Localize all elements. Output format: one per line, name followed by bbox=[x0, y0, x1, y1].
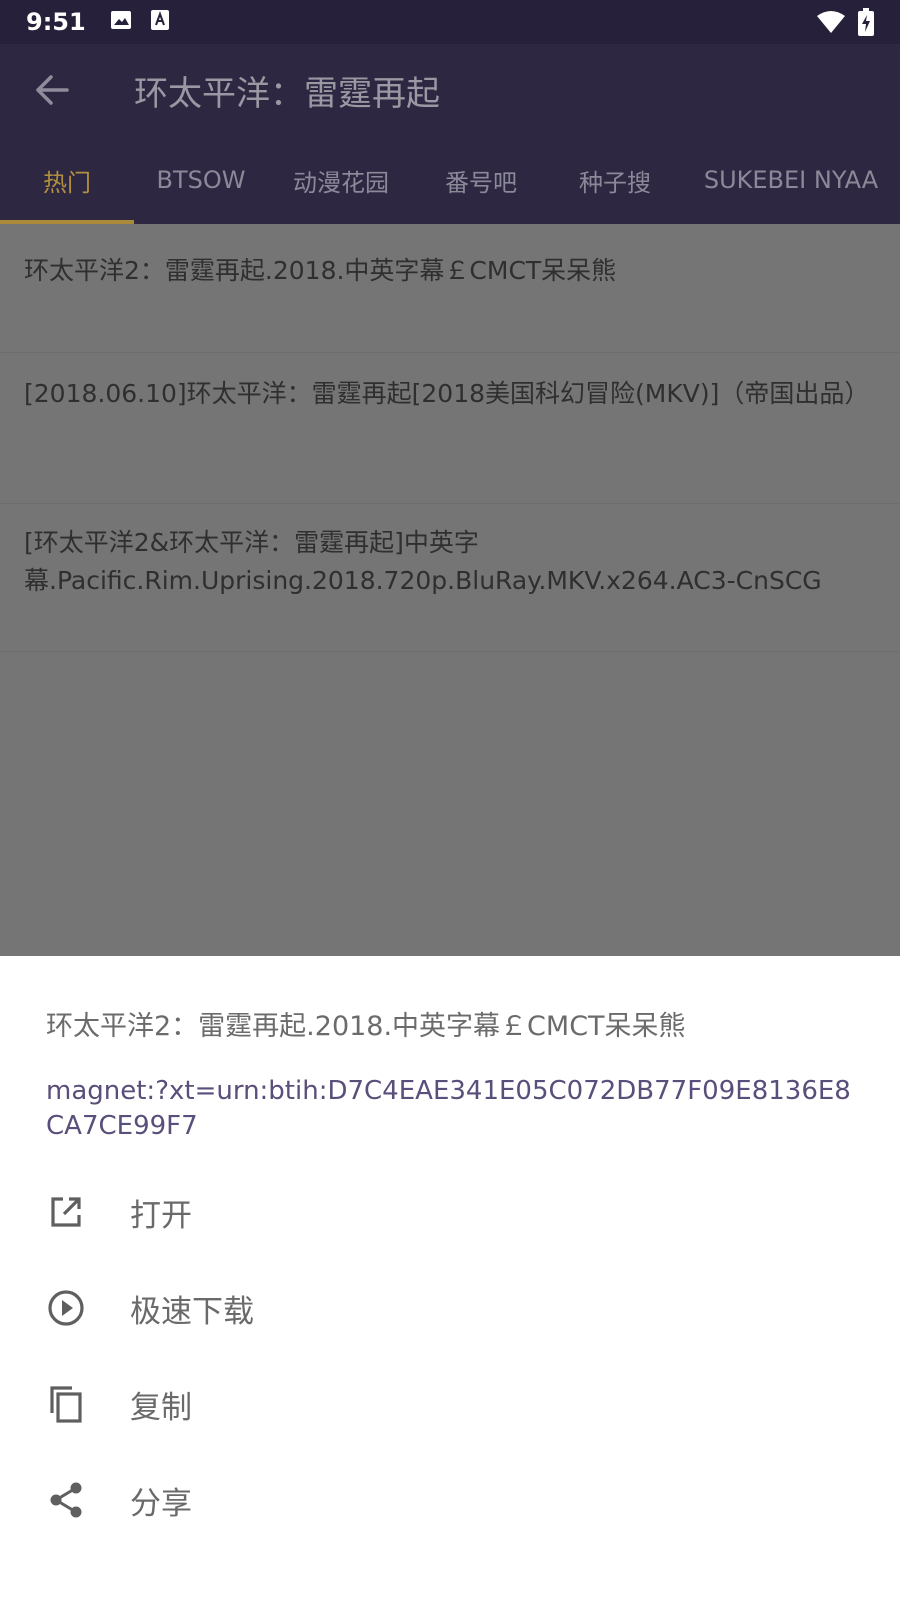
wifi-icon bbox=[816, 10, 846, 38]
list-item[interactable]: [2018.06.10]环太平洋：雷霆再起[2018美国科幻冒险(MKV)]（帝… bbox=[0, 353, 900, 504]
page-title: 环太平洋：雷霆再起 bbox=[134, 73, 440, 114]
result-list: 环太平洋2：雷霆再起.2018.中英字幕￡CMCT呆呆熊 [2018.06.10… bbox=[0, 224, 900, 956]
tab-fanhaoba[interactable]: 番号吧 bbox=[414, 136, 548, 224]
image-icon bbox=[110, 10, 132, 34]
arrow-back-icon bbox=[36, 75, 69, 105]
share-label: 分享 bbox=[130, 1485, 192, 1522]
result-title: [环太平洋2&环太平洋：雷霆再起]中英字幕.Pacific.Rim.Uprisi… bbox=[24, 528, 822, 595]
result-title: [2018.06.10]环太平洋：雷霆再起[2018美国科幻冒险(MKV)]（帝… bbox=[24, 379, 870, 408]
tab-zhongzisou[interactable]: 种子搜 bbox=[548, 136, 682, 224]
share-icon bbox=[46, 1480, 86, 1520]
source-tabs: 热门 BTSOW 动漫花园 番号吧 种子搜 SUKEBEI NYAA bbox=[0, 136, 900, 224]
app-bar: 环太平洋：雷霆再起 bbox=[0, 44, 900, 136]
battery-charging-icon bbox=[858, 8, 874, 40]
copy-button[interactable]: 复制 bbox=[0, 1356, 900, 1452]
fast-download-label: 极速下载 bbox=[130, 1293, 254, 1330]
open-label: 打开 bbox=[130, 1197, 192, 1234]
bottom-sheet: 环太平洋2：雷霆再起.2018.中英字幕￡CMCT呆呆熊 magnet:?xt=… bbox=[0, 956, 900, 1600]
result-title: 环太平洋2：雷霆再起.2018.中英字幕￡CMCT呆呆熊 bbox=[24, 256, 617, 285]
back-button[interactable] bbox=[22, 60, 82, 120]
play-circle-icon bbox=[46, 1288, 86, 1328]
magnet-link: magnet:?xt=urn:btih:D7C4EAE341E05C072DB7… bbox=[46, 1076, 851, 1141]
list-item[interactable]: 环太平洋2：雷霆再起.2018.中英字幕￡CMCT呆呆熊 bbox=[0, 224, 900, 353]
copy-icon bbox=[46, 1384, 86, 1424]
tab-sukebei-nyaa[interactable]: SUKEBEI NYAA bbox=[682, 136, 900, 224]
open-in-new-icon bbox=[46, 1192, 86, 1232]
sheet-title: 环太平洋2：雷霆再起.2018.中英字幕￡CMCT呆呆熊 bbox=[46, 1011, 686, 1042]
status-time: 9:51 bbox=[26, 8, 86, 36]
share-button[interactable]: 分享 bbox=[0, 1452, 900, 1548]
tab-dmhy[interactable]: 动漫花园 bbox=[268, 136, 414, 224]
open-button[interactable]: 打开 bbox=[0, 1164, 900, 1260]
fast-download-button[interactable]: 极速下载 bbox=[0, 1260, 900, 1356]
list-item[interactable]: [环太平洋2&环太平洋：雷霆再起]中英字幕.Pacific.Rim.Uprisi… bbox=[0, 504, 900, 652]
tab-btsow[interactable]: BTSOW bbox=[134, 136, 268, 224]
status-bar: 9:51 bbox=[0, 0, 900, 44]
copy-label: 复制 bbox=[130, 1389, 192, 1426]
tab-hot[interactable]: 热门 bbox=[0, 136, 134, 224]
font-icon bbox=[150, 9, 170, 35]
